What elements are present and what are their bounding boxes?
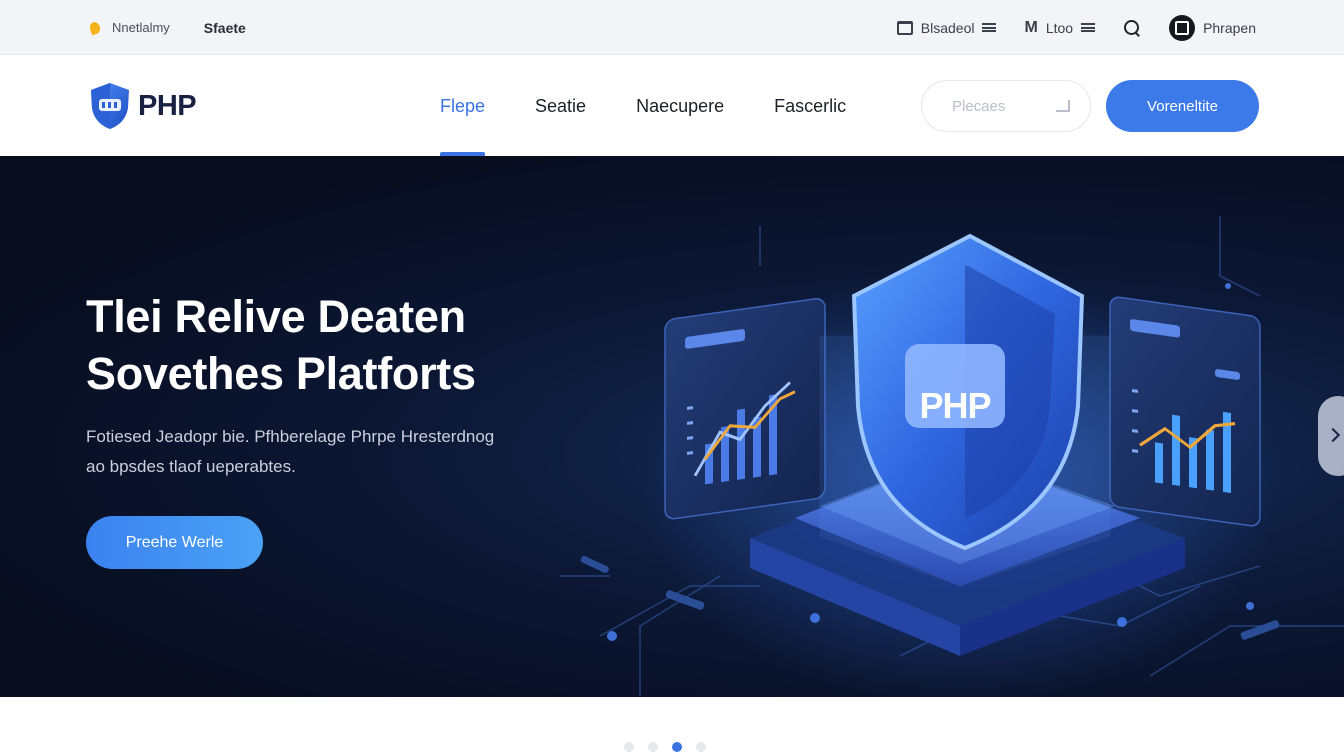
site-logo[interactable]: PHP xyxy=(88,81,197,131)
hero-subtitle: Fotiesed Jeadopr bie. Pfhberelage Phrpe … xyxy=(86,422,606,482)
shield-logo-icon xyxy=(91,83,129,129)
search-box[interactable] xyxy=(921,80,1091,132)
hero-title-line-1: Tlei Relive Deaten xyxy=(86,291,466,342)
spark-icon xyxy=(88,21,102,35)
carousel-dot-4[interactable] xyxy=(696,742,706,752)
search-button[interactable] xyxy=(1123,19,1141,37)
top-utility-bar: Nnetlalmy Sfaete Blsadeol M Ltoo Phrapen xyxy=(0,0,1344,55)
hero-title: Tlei Relive Deaten Sovethes Platforts xyxy=(86,288,606,402)
main-header: PHP Flepe Seatie Naecupere Fascerlic Vor… xyxy=(0,56,1344,156)
carousel-dot-3[interactable] xyxy=(672,742,682,752)
menu-lines-icon xyxy=(1081,23,1096,32)
topbar-link-1[interactable]: Nnetlalmy xyxy=(88,20,170,35)
nav-item-2[interactable]: Seatie xyxy=(535,56,586,156)
search-icon xyxy=(1123,19,1141,37)
topbar-link-2-label: Sfaete xyxy=(203,19,246,36)
topbar-right-link-1-label: Blsadeol xyxy=(920,19,975,36)
logo-text: PHP xyxy=(138,89,197,122)
hero-banner: Tlei Relive Deaten Sovethes Platforts Fo… xyxy=(0,156,1344,697)
hero-cta-button[interactable]: Preehe Werle xyxy=(86,516,263,569)
nav-item-1[interactable]: Flepe xyxy=(440,56,486,156)
carousel-indicators xyxy=(624,742,706,752)
nav-item-3[interactable]: Naecupere xyxy=(636,56,724,156)
shield-badge-text: PHP xyxy=(919,385,991,426)
search-input[interactable] xyxy=(952,97,1042,115)
topbar-left: Nnetlalmy Sfaete xyxy=(88,0,246,55)
topbar-right-link-2[interactable]: M Ltoo xyxy=(1024,18,1096,37)
topbar-link-1-label: Nnetlalmy xyxy=(112,20,170,35)
hero-subtitle-line-2: ao bpsdes tlaof ueperabtes. xyxy=(86,457,296,476)
hero-subtitle-line-1: Fotiesed Jeadopr bie. Pfhberelage Phrpe … xyxy=(86,427,495,446)
topbar-right-link-1[interactable]: Blsadeol xyxy=(896,19,997,36)
main-nav: Flepe Seatie Naecupere Fascerlic xyxy=(440,56,846,156)
bank-icon xyxy=(896,20,913,35)
carousel-next-button[interactable] xyxy=(1318,396,1344,476)
topbar-right-link-2-label: Ltoo xyxy=(1045,19,1074,36)
user-label: Phrapen xyxy=(1203,19,1256,36)
carousel-dot-2[interactable] xyxy=(648,742,658,752)
avatar xyxy=(1169,14,1196,41)
carousel-dot-1[interactable] xyxy=(624,742,634,752)
menu-lines-icon xyxy=(982,23,997,32)
m-logo-icon: M xyxy=(1024,18,1038,36)
hero-title-line-2: Sovethes Platforts xyxy=(86,348,476,399)
header-cta-button[interactable]: Voreneltite xyxy=(1106,80,1259,132)
enter-icon[interactable] xyxy=(1056,100,1070,112)
user-menu[interactable]: Phrapen xyxy=(1169,14,1256,41)
topbar-right: Blsadeol M Ltoo Phrapen xyxy=(896,0,1256,55)
topbar-link-2[interactable]: Sfaete xyxy=(204,20,246,36)
nav-item-4[interactable]: Fascerlic xyxy=(774,56,846,156)
